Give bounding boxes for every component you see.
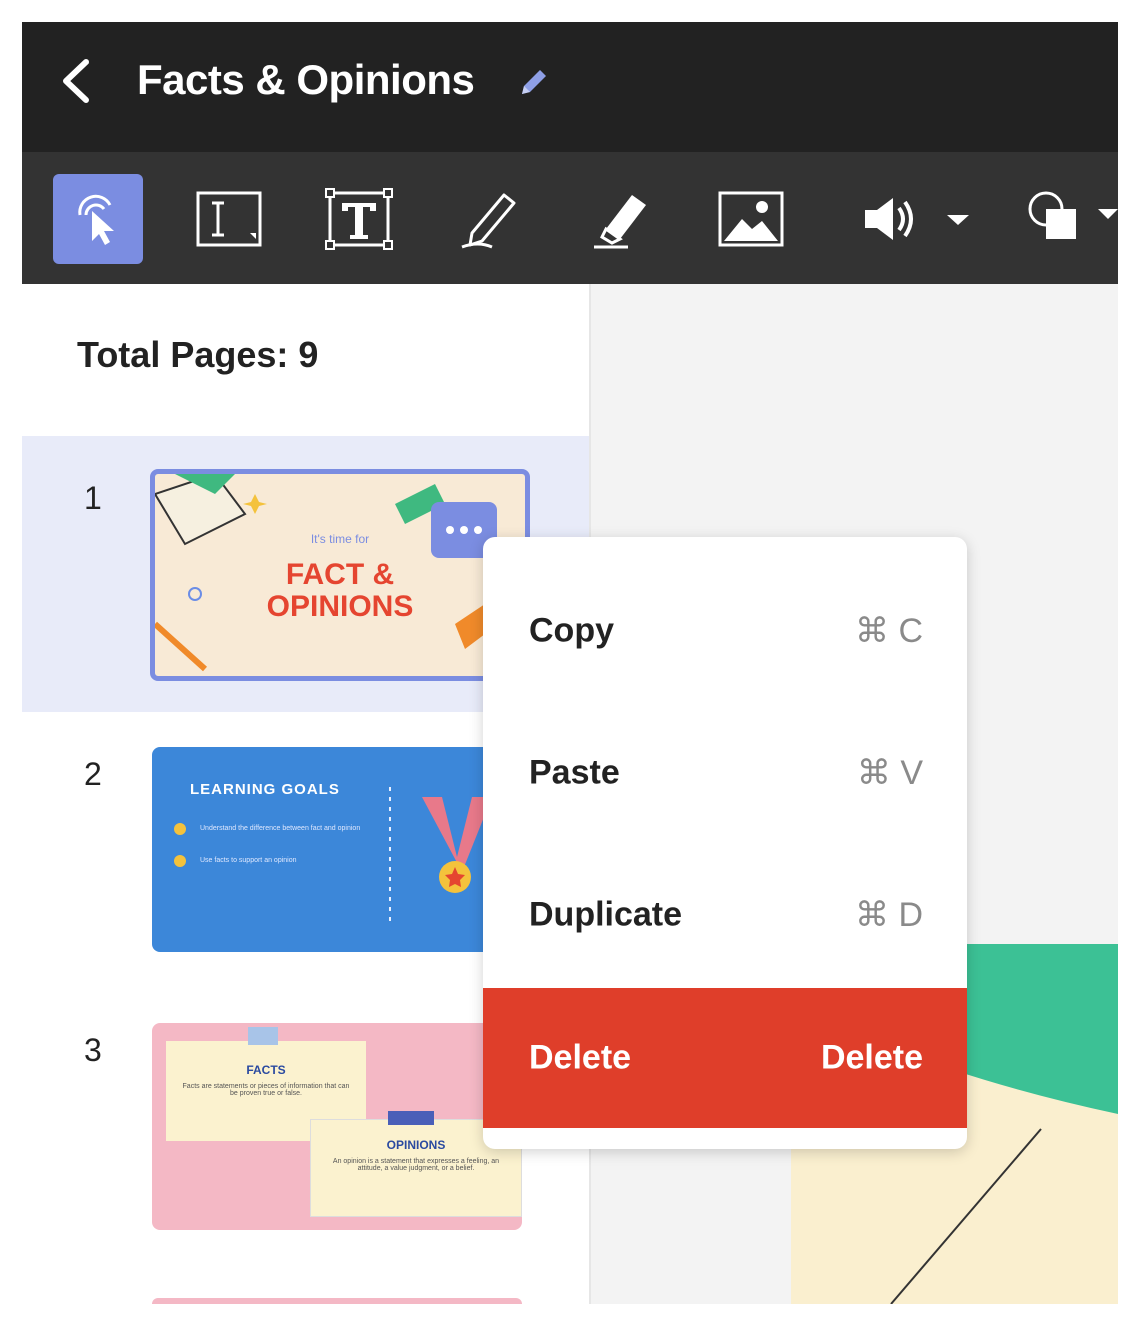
paste-menu-item[interactable]: Paste ⌘ V — [483, 703, 967, 843]
edit-title-pencil-icon[interactable] — [514, 66, 550, 102]
menu-item-label: Copy — [529, 611, 614, 650]
pen-tool-button[interactable] — [445, 174, 535, 264]
menu-item-shortcut: ⌘ C — [855, 612, 923, 650]
ellipsis-dot — [446, 526, 454, 534]
title-bar: Facts & Opinions — [22, 22, 1118, 152]
text-t-icon — [325, 188, 393, 250]
page-thumbnail-1[interactable]: It's time for FACT & OPINIONS — [150, 469, 530, 681]
page-thumbnail-3[interactable]: FACTS Facts are statements or pieces of … — [152, 1023, 522, 1230]
medal-icon — [174, 787, 492, 922]
thumbnail-title-line2: OPINIONS — [266, 590, 414, 623]
text-cursor-box-icon — [196, 191, 262, 247]
copy-menu-item[interactable]: Copy ⌘ C — [483, 561, 967, 701]
menu-item-label: Delete — [529, 1038, 632, 1077]
menu-item-label: Duplicate — [529, 895, 683, 934]
delete-menu-item[interactable]: Delete Delete — [483, 988, 967, 1128]
image-icon — [718, 191, 784, 247]
pen-icon — [461, 193, 516, 249]
page-thumbnail-4-partial[interactable] — [152, 1298, 522, 1304]
tape-strip — [388, 1111, 434, 1125]
text-tool-button[interactable] — [314, 174, 404, 264]
menu-item-shortcut: ⌘ D — [855, 896, 923, 934]
app-window: Facts & Opinions Total Pages: 9 1 It's t… — [22, 22, 1118, 1304]
text-box-tool-button[interactable] — [184, 174, 274, 264]
toolbar — [22, 152, 1118, 284]
audio-tool-button[interactable] — [852, 174, 982, 264]
binder-clip — [248, 1027, 278, 1045]
ellipsis-dot — [474, 526, 482, 534]
opinions-card-text: An opinion is a statement that expresses… — [332, 1158, 500, 1172]
shapes-icon — [1028, 191, 1118, 239]
ellipsis-dot — [460, 526, 468, 534]
menu-item-label: Paste — [529, 753, 620, 792]
page-number: 3 — [84, 1032, 102, 1068]
total-pages-label: Total Pages: 9 — [77, 334, 319, 375]
menu-item-shortcut: Delete — [820, 1038, 923, 1077]
document-title[interactable]: Facts & Opinions — [137, 56, 475, 104]
chevron-down-icon — [947, 215, 969, 225]
page-number: 1 — [84, 480, 102, 516]
facts-card-title: FACTS — [246, 1063, 286, 1077]
highlighter-tool-button[interactable] — [575, 174, 665, 264]
back-arrow-icon[interactable] — [56, 56, 96, 106]
select-tool-button[interactable] — [53, 174, 143, 264]
page-number: 2 — [84, 756, 102, 792]
page-context-menu: Copy ⌘ C Paste ⌘ V Duplicate ⌘ D Delete … — [483, 537, 967, 1149]
image-tool-button[interactable] — [706, 174, 796, 264]
shapes-tool-button[interactable] — [1022, 174, 1118, 264]
thumbnail-title-line1: FACT & — [285, 558, 395, 591]
page-thumbnail-2[interactable]: LEARNING GOALS Understand the difference… — [152, 747, 522, 952]
facts-card-text: Facts are statements or pieces of inform… — [182, 1083, 350, 1097]
speaker-icon — [865, 198, 913, 240]
highlighter-icon — [594, 195, 646, 249]
duplicate-menu-item[interactable]: Duplicate ⌘ D — [483, 845, 967, 985]
menu-item-shortcut: ⌘ V — [856, 754, 923, 792]
pointer-click-icon — [78, 194, 114, 245]
